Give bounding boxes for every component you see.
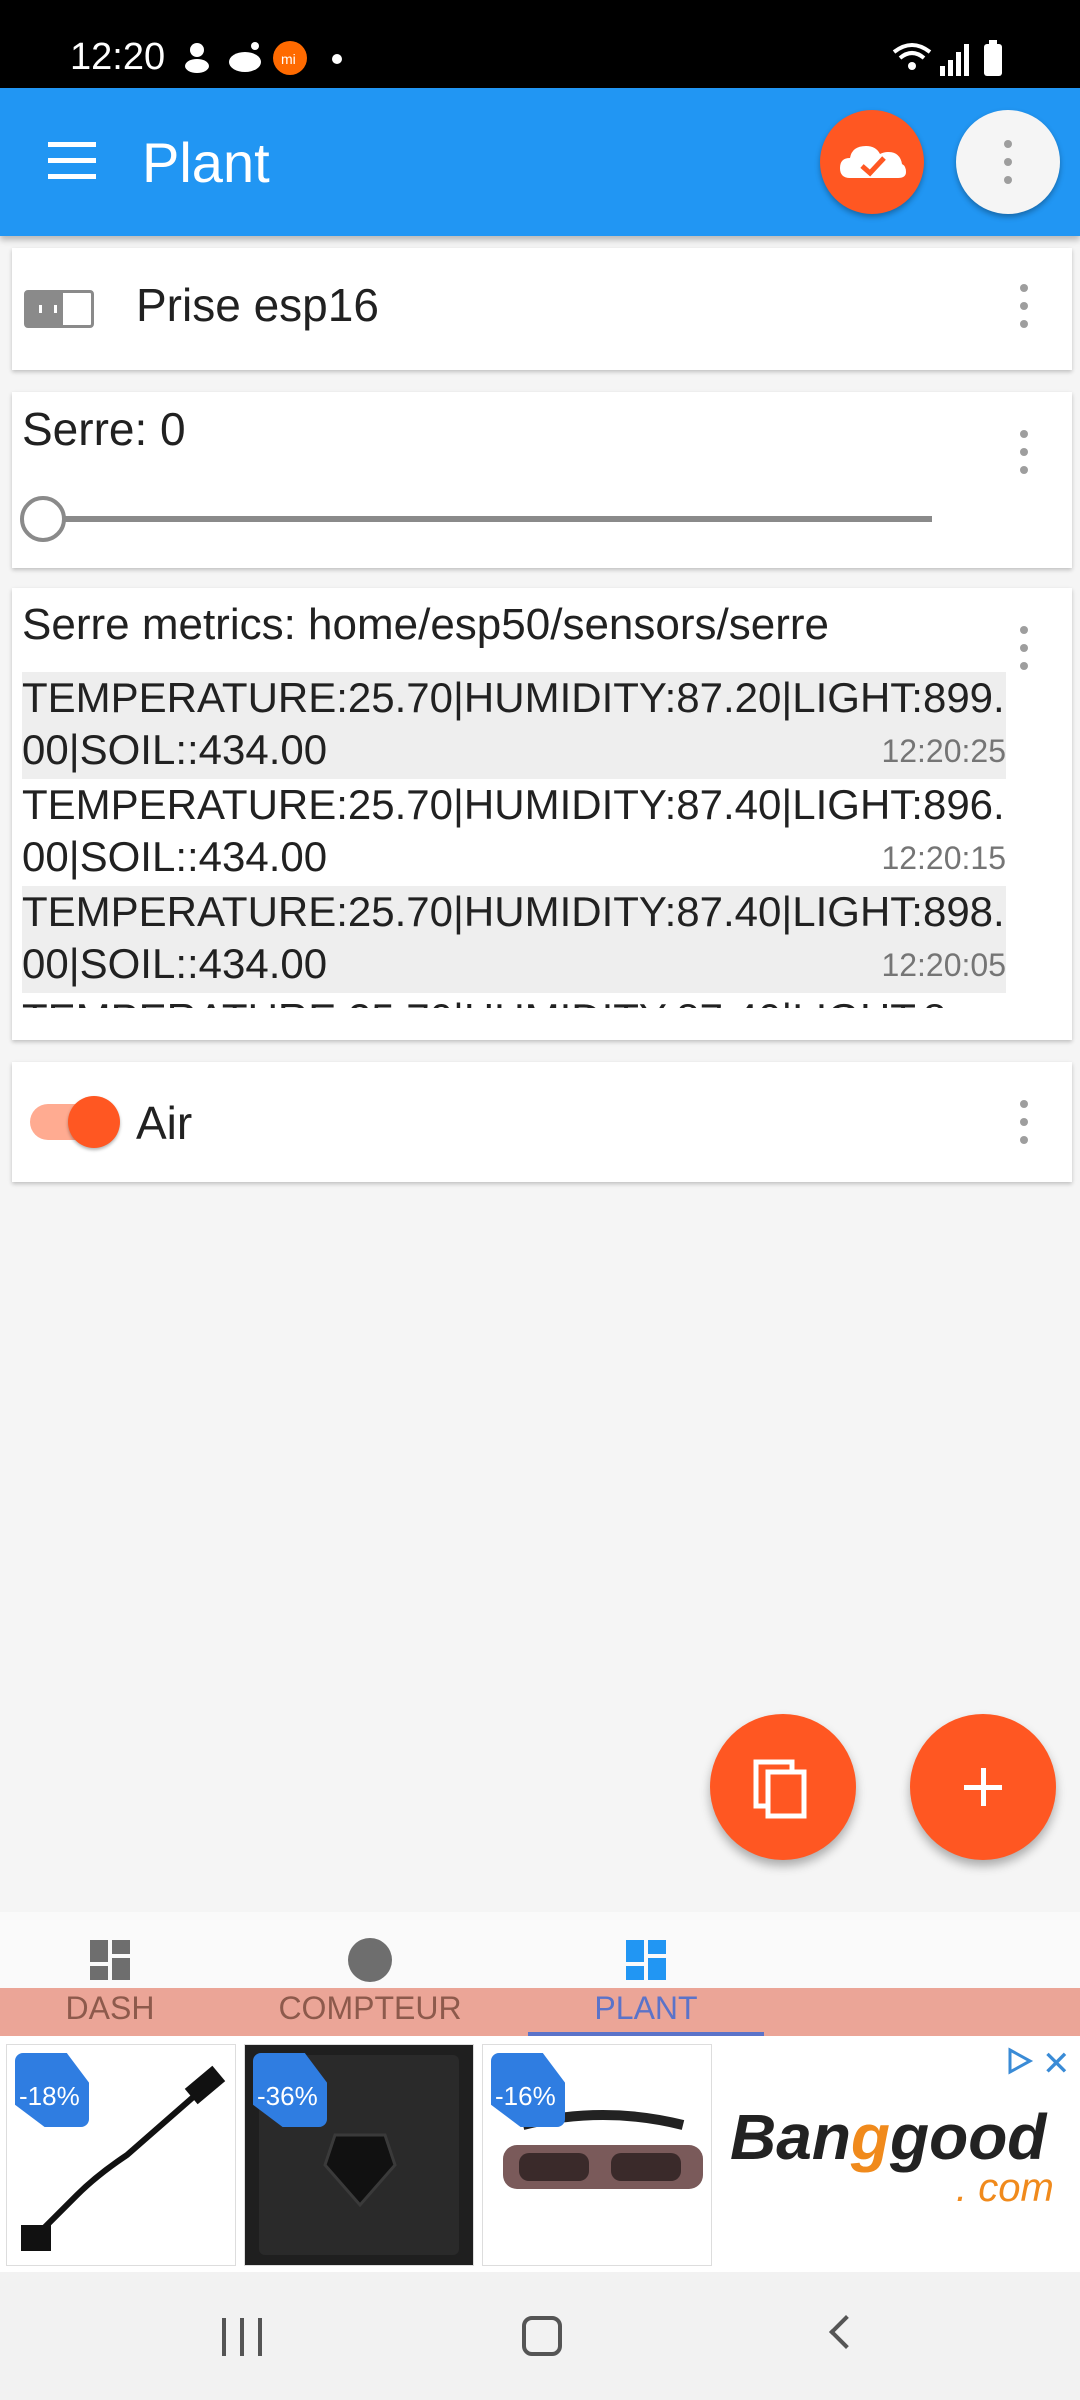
tab-label: COMPTEUR bbox=[278, 1990, 462, 2026]
ad-brand-domain: . com bbox=[956, 2166, 1054, 2210]
notification-dot bbox=[332, 54, 342, 64]
metrics-log[interactable]: TEMPERATURE:25.70|HUMIDITY:87.20|LIGHT:8… bbox=[22, 672, 1006, 1008]
ad-close-icon[interactable]: ✕ bbox=[1042, 2044, 1071, 2084]
esp16-label: Prise esp16 bbox=[136, 279, 379, 331]
tab-dash[interactable]: DASH bbox=[40, 1912, 180, 2036]
metrics-title: Serre metrics: home/esp50/sensors/serre bbox=[22, 600, 829, 649]
log-timestamp: 12:20:05 bbox=[881, 947, 1006, 983]
system-icons bbox=[890, 38, 1010, 78]
ad-banner[interactable]: -18% -36% -16% Banggood . com ✕ bbox=[0, 2036, 1080, 2272]
switch-card-air: Air bbox=[12, 1062, 1072, 1182]
status-time: 12:20 bbox=[70, 36, 166, 78]
log-row: TEMPERATURE:25.70|HUMIDITY:87.40|LIGHT:8… bbox=[22, 779, 1006, 886]
add-button[interactable] bbox=[910, 1714, 1056, 1860]
card-menu-icon[interactable] bbox=[1020, 1100, 1028, 1144]
air-label: Air bbox=[136, 1097, 193, 1149]
serre-slider[interactable] bbox=[20, 496, 932, 542]
reddit-icon bbox=[226, 40, 264, 79]
log-message: TEMPERATURE:25.70|HUMIDITY:87.40|LIGHT:8… bbox=[22, 888, 1005, 987]
log-message: TEMPERATURE:25.70|HUMIDITY:87.40|LIGHT:8 bbox=[22, 993, 1006, 1008]
log-row: TEMPERATURE:25.70|HUMIDITY:87.40|LIGHT:8 bbox=[22, 993, 1006, 1008]
app-bar: Plant bbox=[0, 88, 1080, 236]
dashboard-icon bbox=[90, 1940, 130, 1980]
tab-plant[interactable]: PLANT bbox=[528, 1912, 764, 2036]
metrics-card-serre: Serre metrics: home/esp50/sensors/serre … bbox=[12, 588, 1072, 1040]
discount-text: -36% bbox=[257, 2081, 318, 2111]
esp16-toggle[interactable] bbox=[24, 290, 94, 328]
card-menu-icon[interactable] bbox=[1020, 430, 1028, 474]
ad-product[interactable]: -36% bbox=[244, 2044, 474, 2266]
discount-text: -18% bbox=[19, 2081, 80, 2111]
serre-slider-label: Serre: 0 bbox=[22, 403, 186, 455]
discount-text: -16% bbox=[495, 2081, 556, 2111]
back-icon[interactable] bbox=[829, 2315, 863, 2349]
ad-product[interactable]: -18% bbox=[6, 2044, 236, 2266]
notification-app-icon bbox=[182, 40, 212, 79]
more-options-button[interactable] bbox=[956, 110, 1060, 214]
tab-label: PLANT bbox=[594, 1990, 698, 2026]
log-row: TEMPERATURE:25.70|HUMIDITY:87.40|LIGHT:8… bbox=[22, 886, 1006, 993]
ad-brand-logo: Banggood bbox=[730, 2101, 1047, 2173]
log-timestamp: 12:20:15 bbox=[881, 840, 1006, 876]
card-menu-icon[interactable] bbox=[1020, 626, 1028, 670]
slider-thumb[interactable] bbox=[20, 496, 66, 542]
log-message: TEMPERATURE:25.70|HUMIDITY:87.20|LIGHT:8… bbox=[22, 674, 1005, 773]
ad-product[interactable]: -16% bbox=[482, 2044, 712, 2266]
more-vert-icon bbox=[1004, 140, 1012, 184]
home-icon[interactable] bbox=[522, 2316, 562, 2356]
cloud-check-icon bbox=[840, 146, 906, 178]
mi-icon: mi bbox=[272, 40, 308, 81]
slider-card-serre: Serre: 0 bbox=[12, 392, 1072, 568]
bottom-tabs: DASH COMPTEUR PLANT bbox=[0, 1912, 1080, 2036]
tab-compteur[interactable]: COMPTEUR bbox=[270, 1912, 470, 2036]
status-bar: 12:20 mi bbox=[0, 0, 1080, 88]
circle-icon bbox=[348, 1938, 392, 1982]
system-navigation-bar bbox=[0, 2272, 1080, 2400]
copy-button[interactable] bbox=[710, 1714, 856, 1860]
log-timestamp: 12:20:25 bbox=[881, 733, 1006, 769]
dashboard-icon bbox=[626, 1940, 666, 1980]
adchoices-icon[interactable] bbox=[1004, 2046, 1034, 2076]
recent-apps-icon[interactable] bbox=[222, 2318, 262, 2356]
svg-text:mi: mi bbox=[281, 51, 296, 67]
tab-label: DASH bbox=[65, 1990, 155, 2026]
hamburger-menu-icon[interactable] bbox=[48, 142, 96, 182]
air-toggle[interactable] bbox=[24, 1092, 120, 1152]
card-menu-icon[interactable] bbox=[1020, 284, 1028, 328]
copy-icon bbox=[753, 1759, 807, 1819]
page-title: Plant bbox=[142, 131, 270, 194]
switch-card-esp16: Prise esp16 bbox=[12, 248, 1072, 370]
log-row: TEMPERATURE:25.70|HUMIDITY:87.20|LIGHT:8… bbox=[22, 672, 1006, 779]
log-message: TEMPERATURE:25.70|HUMIDITY:87.40|LIGHT:8… bbox=[22, 781, 1005, 880]
cloud-sync-button[interactable] bbox=[820, 110, 924, 214]
